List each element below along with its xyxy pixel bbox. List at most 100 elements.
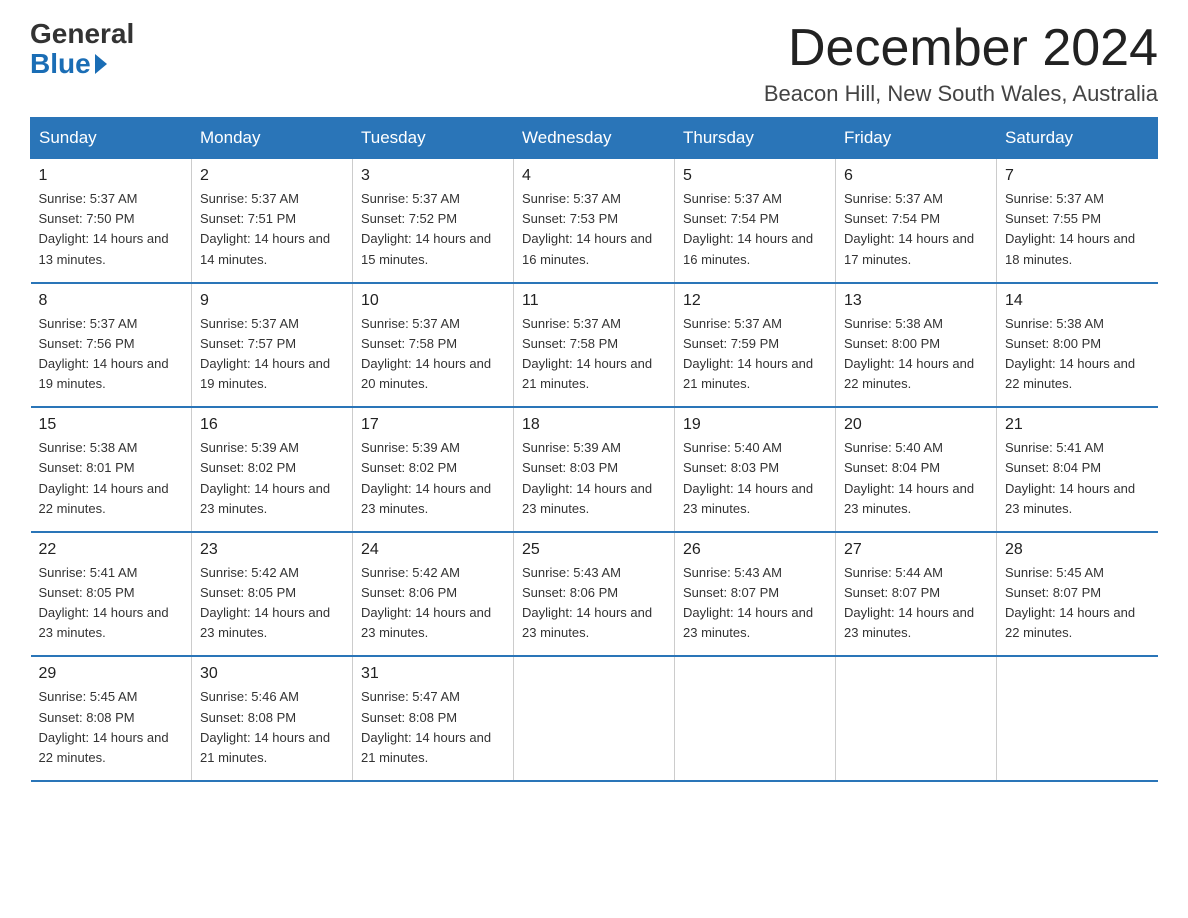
day-number: 14	[1005, 292, 1150, 310]
calendar-cell: 27 Sunrise: 5:44 AMSunset: 8:07 PMDaylig…	[836, 532, 997, 657]
logo-general-text: General	[30, 20, 134, 48]
calendar-cell: 17 Sunrise: 5:39 AMSunset: 8:02 PMDaylig…	[353, 407, 514, 532]
day-number: 4	[522, 167, 666, 185]
day-number: 15	[39, 416, 184, 434]
day-info: Sunrise: 5:46 AMSunset: 8:08 PMDaylight:…	[200, 687, 344, 768]
calendar-cell: 4 Sunrise: 5:37 AMSunset: 7:53 PMDayligh…	[514, 159, 675, 283]
header-monday: Monday	[192, 118, 353, 159]
calendar-cell: 2 Sunrise: 5:37 AMSunset: 7:51 PMDayligh…	[192, 159, 353, 283]
day-info: Sunrise: 5:39 AMSunset: 8:02 PMDaylight:…	[200, 438, 344, 519]
day-number: 10	[361, 292, 505, 310]
calendar-week-row: 8 Sunrise: 5:37 AMSunset: 7:56 PMDayligh…	[31, 283, 1158, 408]
calendar-cell: 19 Sunrise: 5:40 AMSunset: 8:03 PMDaylig…	[675, 407, 836, 532]
day-info: Sunrise: 5:40 AMSunset: 8:04 PMDaylight:…	[844, 438, 988, 519]
day-number: 22	[39, 541, 184, 559]
calendar-cell: 15 Sunrise: 5:38 AMSunset: 8:01 PMDaylig…	[31, 407, 192, 532]
calendar-cell	[675, 656, 836, 781]
calendar-week-row: 15 Sunrise: 5:38 AMSunset: 8:01 PMDaylig…	[31, 407, 1158, 532]
calendar-cell	[836, 656, 997, 781]
day-info: Sunrise: 5:40 AMSunset: 8:03 PMDaylight:…	[683, 438, 827, 519]
calendar-cell: 25 Sunrise: 5:43 AMSunset: 8:06 PMDaylig…	[514, 532, 675, 657]
day-info: Sunrise: 5:37 AMSunset: 7:56 PMDaylight:…	[39, 314, 184, 395]
day-info: Sunrise: 5:47 AMSunset: 8:08 PMDaylight:…	[361, 687, 505, 768]
header-wednesday: Wednesday	[514, 118, 675, 159]
calendar-table: SundayMondayTuesdayWednesdayThursdayFrid…	[30, 117, 1158, 782]
calendar-cell: 16 Sunrise: 5:39 AMSunset: 8:02 PMDaylig…	[192, 407, 353, 532]
logo: General Blue	[30, 20, 134, 80]
calendar-week-row: 1 Sunrise: 5:37 AMSunset: 7:50 PMDayligh…	[31, 159, 1158, 283]
location-title: Beacon Hill, New South Wales, Australia	[764, 81, 1158, 107]
day-number: 11	[522, 292, 666, 310]
day-info: Sunrise: 5:37 AMSunset: 7:50 PMDaylight:…	[39, 189, 184, 270]
day-number: 29	[39, 665, 184, 683]
calendar-cell: 23 Sunrise: 5:42 AMSunset: 8:05 PMDaylig…	[192, 532, 353, 657]
calendar-header-row: SundayMondayTuesdayWednesdayThursdayFrid…	[31, 118, 1158, 159]
day-info: Sunrise: 5:41 AMSunset: 8:04 PMDaylight:…	[1005, 438, 1150, 519]
header-tuesday: Tuesday	[353, 118, 514, 159]
day-info: Sunrise: 5:42 AMSunset: 8:06 PMDaylight:…	[361, 563, 505, 644]
calendar-cell: 28 Sunrise: 5:45 AMSunset: 8:07 PMDaylig…	[997, 532, 1158, 657]
calendar-cell: 12 Sunrise: 5:37 AMSunset: 7:59 PMDaylig…	[675, 283, 836, 408]
calendar-cell	[514, 656, 675, 781]
calendar-cell: 3 Sunrise: 5:37 AMSunset: 7:52 PMDayligh…	[353, 159, 514, 283]
day-info: Sunrise: 5:37 AMSunset: 7:52 PMDaylight:…	[361, 189, 505, 270]
calendar-cell: 13 Sunrise: 5:38 AMSunset: 8:00 PMDaylig…	[836, 283, 997, 408]
header-saturday: Saturday	[997, 118, 1158, 159]
day-number: 31	[361, 665, 505, 683]
calendar-cell	[997, 656, 1158, 781]
day-info: Sunrise: 5:39 AMSunset: 8:02 PMDaylight:…	[361, 438, 505, 519]
day-number: 27	[844, 541, 988, 559]
calendar-cell: 20 Sunrise: 5:40 AMSunset: 8:04 PMDaylig…	[836, 407, 997, 532]
day-info: Sunrise: 5:37 AMSunset: 7:51 PMDaylight:…	[200, 189, 344, 270]
day-info: Sunrise: 5:37 AMSunset: 7:59 PMDaylight:…	[683, 314, 827, 395]
day-info: Sunrise: 5:38 AMSunset: 8:01 PMDaylight:…	[39, 438, 184, 519]
day-info: Sunrise: 5:45 AMSunset: 8:08 PMDaylight:…	[39, 687, 184, 768]
day-info: Sunrise: 5:37 AMSunset: 7:54 PMDaylight:…	[844, 189, 988, 270]
calendar-cell: 9 Sunrise: 5:37 AMSunset: 7:57 PMDayligh…	[192, 283, 353, 408]
calendar-cell: 8 Sunrise: 5:37 AMSunset: 7:56 PMDayligh…	[31, 283, 192, 408]
calendar-cell: 24 Sunrise: 5:42 AMSunset: 8:06 PMDaylig…	[353, 532, 514, 657]
day-info: Sunrise: 5:38 AMSunset: 8:00 PMDaylight:…	[1005, 314, 1150, 395]
calendar-cell: 7 Sunrise: 5:37 AMSunset: 7:55 PMDayligh…	[997, 159, 1158, 283]
day-number: 30	[200, 665, 344, 683]
day-info: Sunrise: 5:45 AMSunset: 8:07 PMDaylight:…	[1005, 563, 1150, 644]
calendar-cell: 31 Sunrise: 5:47 AMSunset: 8:08 PMDaylig…	[353, 656, 514, 781]
day-number: 7	[1005, 167, 1150, 185]
day-number: 23	[200, 541, 344, 559]
day-number: 19	[683, 416, 827, 434]
day-number: 18	[522, 416, 666, 434]
day-number: 17	[361, 416, 505, 434]
day-number: 28	[1005, 541, 1150, 559]
calendar-cell: 26 Sunrise: 5:43 AMSunset: 8:07 PMDaylig…	[675, 532, 836, 657]
calendar-cell: 5 Sunrise: 5:37 AMSunset: 7:54 PMDayligh…	[675, 159, 836, 283]
title-section: December 2024 Beacon Hill, New South Wal…	[764, 20, 1158, 107]
day-info: Sunrise: 5:41 AMSunset: 8:05 PMDaylight:…	[39, 563, 184, 644]
calendar-cell: 1 Sunrise: 5:37 AMSunset: 7:50 PMDayligh…	[31, 159, 192, 283]
header-sunday: Sunday	[31, 118, 192, 159]
calendar-cell: 29 Sunrise: 5:45 AMSunset: 8:08 PMDaylig…	[31, 656, 192, 781]
day-number: 13	[844, 292, 988, 310]
day-info: Sunrise: 5:42 AMSunset: 8:05 PMDaylight:…	[200, 563, 344, 644]
calendar-cell: 11 Sunrise: 5:37 AMSunset: 7:58 PMDaylig…	[514, 283, 675, 408]
day-info: Sunrise: 5:37 AMSunset: 7:58 PMDaylight:…	[522, 314, 666, 395]
day-number: 12	[683, 292, 827, 310]
calendar-cell: 21 Sunrise: 5:41 AMSunset: 8:04 PMDaylig…	[997, 407, 1158, 532]
day-info: Sunrise: 5:38 AMSunset: 8:00 PMDaylight:…	[844, 314, 988, 395]
day-number: 20	[844, 416, 988, 434]
day-number: 1	[39, 167, 184, 185]
logo-triangle-icon	[95, 54, 107, 74]
header-friday: Friday	[836, 118, 997, 159]
day-info: Sunrise: 5:43 AMSunset: 8:07 PMDaylight:…	[683, 563, 827, 644]
calendar-cell: 10 Sunrise: 5:37 AMSunset: 7:58 PMDaylig…	[353, 283, 514, 408]
month-title: December 2024	[764, 20, 1158, 77]
calendar-week-row: 29 Sunrise: 5:45 AMSunset: 8:08 PMDaylig…	[31, 656, 1158, 781]
calendar-cell: 14 Sunrise: 5:38 AMSunset: 8:00 PMDaylig…	[997, 283, 1158, 408]
day-info: Sunrise: 5:43 AMSunset: 8:06 PMDaylight:…	[522, 563, 666, 644]
day-number: 5	[683, 167, 827, 185]
day-number: 3	[361, 167, 505, 185]
calendar-cell: 30 Sunrise: 5:46 AMSunset: 8:08 PMDaylig…	[192, 656, 353, 781]
header-thursday: Thursday	[675, 118, 836, 159]
page-header: General Blue December 2024 Beacon Hill, …	[30, 20, 1158, 107]
day-info: Sunrise: 5:39 AMSunset: 8:03 PMDaylight:…	[522, 438, 666, 519]
day-number: 6	[844, 167, 988, 185]
